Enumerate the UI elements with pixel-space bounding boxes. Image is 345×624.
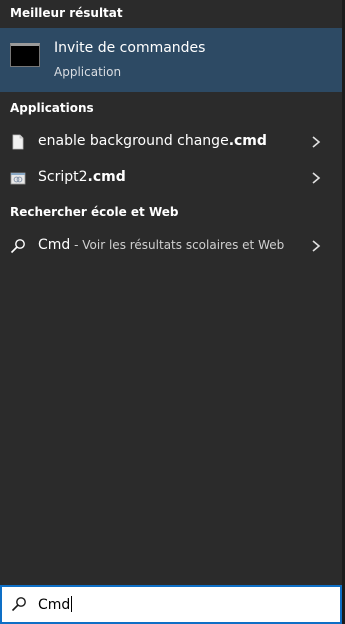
chevron-right-icon[interactable] [310,171,322,185]
section-header-apps: Applications [10,101,94,115]
list-item-app-script2[interactable]: Script2.cmd [0,161,342,195]
script-file-icon [10,172,26,185]
search-results-panel: Meilleur résultat Invite de commandes Ap… [0,0,345,624]
app-label: enable background change.cmd [38,133,267,149]
search-icon [10,239,25,254]
list-item-web-result[interactable]: Cmd - Voir les résultats scolaires et We… [0,229,342,263]
search-icon [11,597,26,612]
chevron-right-icon[interactable] [310,239,322,253]
list-item-app-enable-background[interactable]: enable background change.cmd [0,125,342,159]
section-header-web: Rechercher école et Web [10,205,179,219]
app-label: Script2.cmd [38,169,126,185]
command-prompt-icon [10,43,40,67]
web-result-label: Cmd - Voir les résultats scolaires et We… [38,237,285,253]
best-match-item[interactable]: Invite de commandes Application [0,28,342,92]
section-header-best-match: Meilleur résultat [10,6,123,20]
text-caret [71,596,73,612]
best-match-title: Invite de commandes [54,40,206,56]
file-icon [12,134,24,150]
search-box[interactable]: Cmd [0,585,342,624]
chevron-right-icon[interactable] [310,135,322,149]
best-match-subtitle: Application [54,65,122,79]
search-input[interactable]: Cmd [38,596,73,613]
